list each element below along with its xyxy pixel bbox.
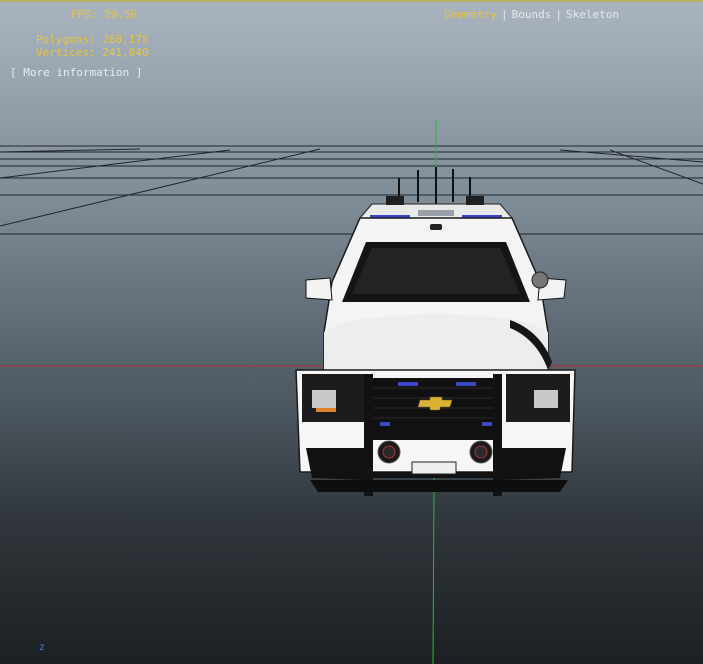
fps-label: FPS:: [71, 8, 98, 21]
mode-skeleton[interactable]: Skeleton: [566, 8, 619, 21]
mode-separator: |: [500, 8, 508, 21]
mesh-stats: Polygons: 268,175 Vertices: 241,040: [36, 33, 149, 59]
vertices-value: 241,040: [102, 46, 149, 59]
z-axis-label: z: [39, 642, 46, 653]
mode-separator: |: [555, 8, 562, 21]
polygons-value: 268,175: [102, 33, 149, 46]
model-viewport[interactable]: FPS: 29.56 Polygons: 268,175 Vertices: 2…: [0, 0, 703, 664]
mode-bounds[interactable]: Bounds: [512, 8, 552, 21]
vertices-row: Vertices: 241,040: [36, 46, 149, 59]
polygons-label: Polygons:: [36, 33, 96, 46]
fps-readout: FPS: 29.56: [71, 8, 137, 21]
more-information-link[interactable]: [ More information ]: [10, 66, 142, 79]
view-mode-switcher: Geometry | Bounds | Skeleton: [444, 8, 619, 21]
vertices-label: Vertices:: [36, 46, 96, 59]
fps-value: 29.56: [104, 8, 138, 21]
scene-canvas: [0, 119, 703, 664]
vehicle-model: [295, 167, 576, 496]
mode-geometry[interactable]: Geometry: [444, 8, 497, 21]
ground-grid: [0, 145, 703, 235]
polygons-row: Polygons: 268,175: [36, 33, 149, 46]
